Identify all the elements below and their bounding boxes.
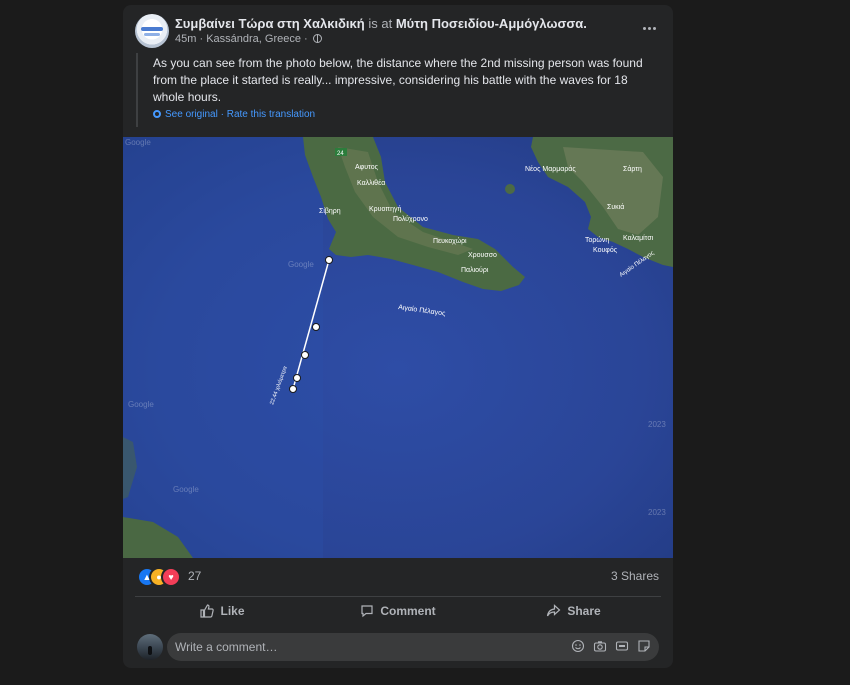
emoji-icon[interactable] (571, 639, 585, 653)
page-avatar[interactable] (135, 14, 169, 48)
label-sykia: Συκιά (607, 203, 624, 211)
label-kalamitsi: Καλαμίτσι (623, 234, 654, 242)
meta-separator: · (199, 33, 204, 45)
logo-mark (141, 27, 163, 31)
comment-label: Comment (380, 604, 436, 618)
shallow-west (123, 137, 323, 558)
action-bar: Like Comment Share (135, 596, 661, 625)
logo-mark-sub (144, 33, 160, 36)
label-kallithea: Καλλιθέα (357, 179, 385, 187)
like-button[interactable]: Like (135, 597, 310, 625)
more-dots-icon (642, 26, 646, 30)
watermark-year-2: 2023 (648, 508, 666, 517)
post-time[interactable]: 45m (175, 33, 196, 45)
author-line: Συμβαίνει Τώρα στη Χαλκιδική is at Μύτη … (175, 16, 587, 31)
comment-input[interactable] (175, 633, 565, 661)
share-arrow-icon (547, 604, 561, 617)
gear-icon (153, 110, 161, 118)
label-koufos: Κουφός (593, 246, 618, 254)
label-paliouri: Παλιούρι (461, 266, 489, 274)
label-chrousso: Χρουσσο (468, 252, 497, 259)
label-pefkochori: Πευκοχώρι (433, 237, 467, 245)
love-reaction-icon: ♥ (161, 567, 181, 587)
watermark-year-1: 2023 (648, 420, 666, 429)
more-options-button[interactable] (639, 20, 659, 36)
kelyfos-island (505, 184, 515, 194)
label-route-24: 24 (337, 151, 344, 157)
translation-links: See original · Rate this translation (153, 109, 315, 120)
reactions-bar: ▲ ● ♥ 27 3 Shares (123, 563, 673, 589)
shares-count[interactable]: 3 Shares (611, 569, 659, 583)
route-point-2[interactable] (312, 323, 320, 331)
reaction-icons[interactable]: ▲ ● ♥ (137, 567, 185, 587)
see-original-link[interactable]: See original (165, 109, 218, 120)
label-kriopigi: Κρυοπηγή (369, 206, 401, 213)
route-point-end[interactable] (289, 385, 297, 393)
author-name[interactable]: Συμβαίνει Τώρα στη Χαλκιδική (175, 16, 365, 31)
post-meta: 45m · Kassándra, Greece · (175, 33, 322, 45)
globe-icon (312, 34, 322, 43)
user-avatar[interactable] (137, 634, 163, 660)
speech-bubble-icon (361, 605, 373, 618)
camera-icon[interactable] (593, 639, 607, 653)
share-button[interactable]: Share (486, 597, 661, 625)
post-text: As you can see from the photo below, the… (153, 56, 643, 104)
route-point-4[interactable] (293, 374, 301, 382)
label-sivri: Σίβηρη (319, 207, 341, 215)
like-label: Like (220, 604, 245, 618)
comment-tools (571, 639, 651, 653)
rate-translation-link[interactable]: Rate this translation (227, 109, 315, 120)
comment-button[interactable]: Comment (310, 597, 486, 625)
route-point-start[interactable] (325, 256, 333, 264)
comment-composer (123, 632, 673, 668)
post-text-block: As you can see from the photo below, the… (136, 53, 666, 127)
post-location[interactable]: Kassándra, Greece (206, 33, 301, 45)
gif-icon[interactable] (615, 639, 629, 653)
watermark-google-1: Google (125, 138, 151, 147)
label-nea-marmaras: Νέος Μαρμαράς (525, 165, 576, 173)
label-polychrono: Πολύχρονο (393, 215, 428, 223)
thumbs-up-icon (200, 604, 215, 618)
is-at-text: is at (368, 16, 393, 31)
post-header: Συμβαίνει Τώρα στη Χαλκιδική is at Μύτη … (123, 5, 673, 49)
comment-box[interactable] (167, 633, 659, 661)
watermark-google-4: Google (173, 485, 199, 494)
label-afytos: Αφυτος (355, 164, 379, 171)
route-point-3[interactable] (301, 351, 309, 359)
label-toroni: Τορώνη (585, 236, 609, 244)
reaction-count[interactable]: 27 (188, 569, 201, 583)
label-sarti: Σάρτη (623, 165, 642, 173)
more-dot-2 (647, 26, 651, 30)
meta-separator-2: · (304, 33, 308, 45)
watermark-google-3: Google (128, 400, 154, 409)
more-dot-3 (652, 26, 656, 30)
translation-separator: · (220, 109, 224, 120)
post-card: Συμβαίνει Τώρα στη Χαλκιδική is at Μύτη … (123, 5, 673, 668)
place-link[interactable]: Μύτη Ποσειδίου-Αμμόγλωσσα. (396, 16, 587, 31)
watermark-google-2: Google (288, 260, 314, 269)
share-label: Share (567, 604, 601, 618)
sticker-icon[interactable] (637, 639, 651, 653)
map-image[interactable]: 24 Αφυτος Καλλιθέα Νέος Μαρμαράς Σάρτη Κ… (123, 137, 673, 558)
